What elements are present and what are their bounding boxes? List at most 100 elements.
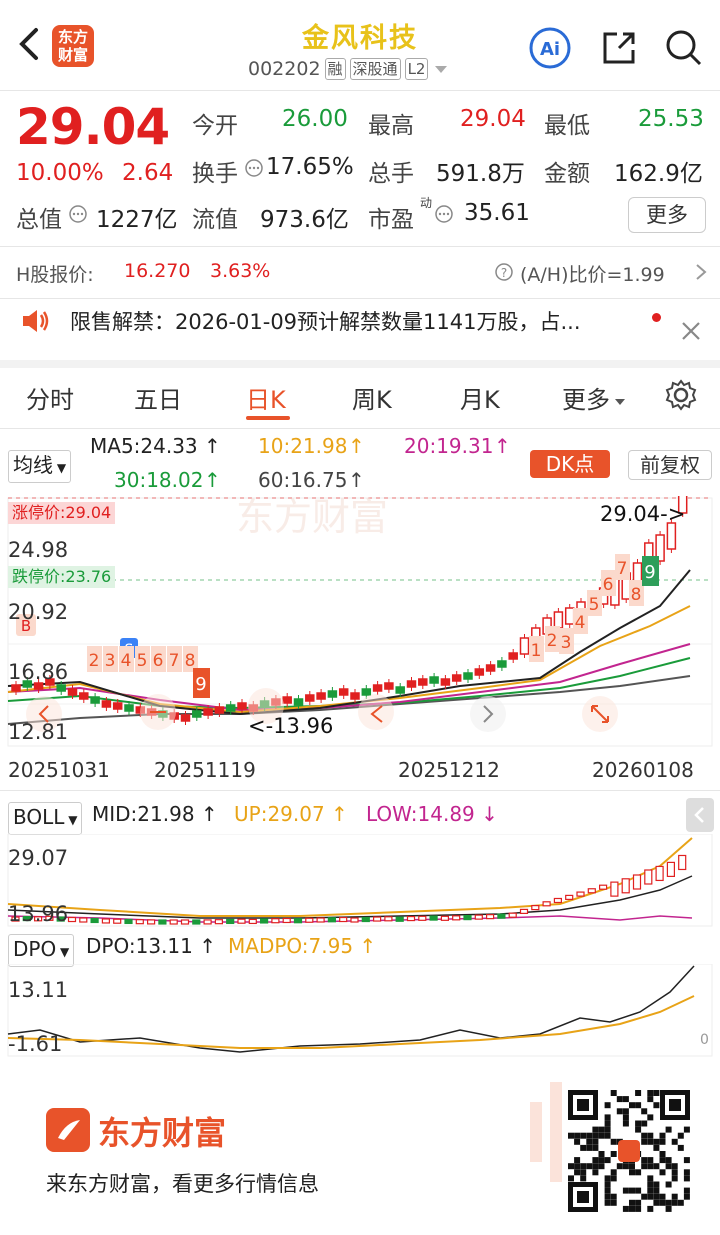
boll-selector[interactable]: BOLL ▼ <box>8 802 83 835</box>
mcap-label: 总值 <box>16 207 62 233</box>
tab-more[interactable]: 更多 <box>562 380 627 415</box>
settings-gear-icon[interactable] <box>664 378 698 412</box>
boll-candle <box>373 916 382 922</box>
boll-candle <box>576 891 585 897</box>
boll-candle <box>316 917 325 923</box>
volume-label: 总手 <box>368 161 414 187</box>
ma-selector[interactable]: 均线 ▼ <box>8 450 72 483</box>
svg-text:7: 7 <box>169 651 180 671</box>
candle <box>305 691 315 705</box>
chevron-right-icon[interactable] <box>694 262 708 282</box>
td-marker: 5 <box>587 590 602 616</box>
td-marker: 5 <box>135 646 150 672</box>
last-price-label: 29.04-> <box>600 502 686 526</box>
td-marker: 2 <box>545 626 560 652</box>
search-icon[interactable] <box>662 26 706 70</box>
candle <box>429 673 439 687</box>
candle <box>440 675 451 689</box>
candle <box>350 689 360 703</box>
dpo-selector-label: DPO <box>13 937 57 961</box>
boll-low: LOW:14.89 ↓ <box>366 802 498 826</box>
unread-dot <box>652 313 661 322</box>
td-marker: 7 <box>167 646 182 672</box>
tag-margin: 融 <box>324 58 346 80</box>
boll-candle <box>655 865 664 882</box>
stock-code: 002202 <box>248 58 321 80</box>
boll-candle <box>327 917 336 923</box>
float-label: 流值 <box>192 207 238 233</box>
info-icon[interactable] <box>68 204 88 224</box>
candle <box>79 689 89 703</box>
hshare-pct: 3.63% <box>210 260 271 282</box>
tab-intraday[interactable]: 分时 <box>26 380 74 415</box>
boll-mid-value: MID:21.98 <box>92 802 195 826</box>
boll-candle <box>598 884 608 890</box>
tab-more-label: 更多 <box>562 386 610 414</box>
candle <box>338 685 349 699</box>
float-value: 973.6亿 <box>260 207 349 233</box>
collapse-panel-button[interactable] <box>686 798 714 832</box>
boll-candle <box>452 915 461 921</box>
last-price: 29.04 <box>600 502 661 526</box>
dk-point-button[interactable]: DK点 <box>530 450 610 478</box>
pe-value: 35.61 <box>464 200 530 226</box>
boll-candle <box>395 916 404 922</box>
current-price: 29.04 <box>16 98 170 156</box>
tab-monthly-k[interactable]: 月K <box>460 380 500 415</box>
open-value: 26.00 <box>282 106 348 132</box>
svg-text:3: 3 <box>561 633 572 653</box>
dpo-val: DPO:13.11 <box>86 934 193 958</box>
td-marker: 7 <box>615 554 630 580</box>
boll-candle <box>440 915 449 921</box>
caret-down-icon <box>615 399 625 405</box>
boll-candle <box>169 919 178 925</box>
more-button[interactable]: 更多 <box>628 197 706 233</box>
candle <box>508 649 518 663</box>
boll-candle <box>350 917 359 923</box>
td-marker: 4 <box>573 608 588 634</box>
td-marker: 9 <box>642 556 659 586</box>
svg-text:9: 9 <box>195 674 206 695</box>
boll-candle <box>158 919 167 925</box>
ah-ratio[interactable]: (A/H)比价=1.99 <box>520 260 665 287</box>
boll-candle <box>384 916 393 922</box>
active-tab-indicator <box>246 416 290 420</box>
tab-weekly-k[interactable]: 周K <box>352 380 392 415</box>
info-icon[interactable] <box>434 204 454 224</box>
boll-candle <box>124 918 133 925</box>
tag-connect: 深股通 <box>349 58 401 80</box>
notice-text[interactable]: 限售解禁：2026-01-09预计解禁数量1141万股，占... <box>70 306 642 336</box>
close-icon[interactable] <box>680 320 702 342</box>
boll-candle <box>67 916 77 923</box>
svg-text:7: 7 <box>617 559 628 579</box>
svg-text:8: 8 <box>631 585 642 605</box>
x-tick: 20251212 <box>398 758 500 782</box>
boll-selector-label: BOLL <box>13 805 65 829</box>
td-marker: 9 <box>193 668 210 698</box>
stock-code-row[interactable]: 002202 融 深股通 L2 <box>248 56 450 82</box>
kline-chart[interactable]: B S 23456789123456789 东方财富 <box>0 496 720 752</box>
td-marker: 8 <box>629 580 644 606</box>
adjust-button[interactable]: 前复权 <box>628 450 712 480</box>
tab-five-day[interactable]: 五日 <box>134 380 182 415</box>
boll-candle <box>587 888 596 894</box>
boll-chart[interactable] <box>0 834 720 928</box>
share-icon[interactable] <box>597 26 641 70</box>
boll-candle <box>621 878 630 894</box>
dpo-y-tick: -1.61 <box>8 1032 63 1056</box>
ma5-value: MA5:24.33 <box>90 434 198 458</box>
ma20-arrow: ↑ <box>494 434 511 458</box>
svg-text:2: 2 <box>547 631 558 651</box>
svg-text:4: 4 <box>575 613 586 633</box>
dpo-chart[interactable] <box>0 964 720 1058</box>
ai-assistant-icon[interactable]: Ai <box>528 26 572 70</box>
tab-daily-k[interactable]: 日K <box>246 380 286 415</box>
info-icon[interactable] <box>244 158 264 178</box>
boll-candle <box>508 912 517 918</box>
td-sequence-markers: 2 3 4 5 6 7 891 2 3456789 <box>87 554 659 698</box>
open-label: 今开 <box>192 113 238 139</box>
dpo-selector[interactable]: DPO ▼ <box>8 934 75 967</box>
boll-mid: MID:21.98 ↑ <box>92 802 218 826</box>
help-icon[interactable]: ? <box>494 262 514 282</box>
limit-up-label: 涨停价:29.04 <box>8 502 116 524</box>
